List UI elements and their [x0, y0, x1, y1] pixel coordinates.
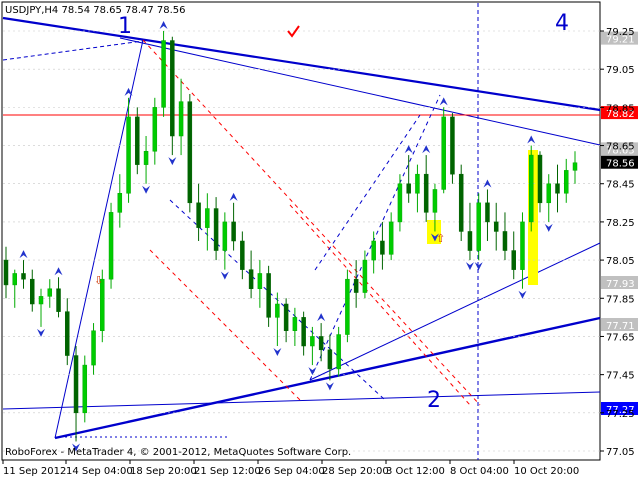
candle-body: [213, 208, 219, 251]
candle-body: [152, 107, 158, 152]
price-label-text: 77.71: [606, 321, 635, 332]
candle-body: [38, 296, 44, 305]
candle-body: [371, 240, 376, 261]
y-tick-label: 78.65: [606, 142, 635, 153]
candle-body: [327, 349, 333, 370]
candle-body: [336, 334, 341, 370]
candle-body: [240, 240, 245, 270]
candle-body: [65, 311, 70, 356]
candle-body: [30, 278, 35, 305]
candle-body: [266, 273, 271, 318]
candle-body: [450, 116, 455, 175]
x-tick-label: 14 Sep 04:00: [66, 466, 133, 477]
candle-body: [345, 278, 350, 335]
sell-arrow-icon: ⇩: [94, 274, 103, 287]
candle-body: [248, 269, 254, 289]
candle-body: [301, 317, 306, 347]
candle-body: [467, 231, 473, 251]
candle-body: [292, 317, 298, 331]
x-tick-label: 8 Oct 04:00: [450, 466, 509, 477]
x-tick-label: 18 Sep 20:00: [130, 466, 197, 477]
candle-body: [108, 212, 114, 280]
candle-body: [493, 221, 499, 232]
candle-body: [196, 202, 201, 228]
price-label-text: 78.56: [606, 159, 635, 170]
x-tick-label: 28 Sep 20:00: [322, 466, 389, 477]
candle-body: [73, 355, 79, 414]
candle-body: [126, 116, 131, 194]
candle-body: [275, 303, 280, 318]
candle-body: [441, 116, 446, 190]
candle-body: [318, 336, 324, 351]
footer-copyright: RoboForex - MetaTrader 4, © 2001-2012, M…: [5, 447, 351, 458]
candle-body: [21, 273, 26, 280]
candle-body: [257, 273, 263, 289]
candle-body: [423, 173, 429, 213]
candle-body: [406, 183, 411, 194]
candle-body: [12, 273, 18, 286]
candle-body: [572, 162, 578, 171]
y-tick-label: 79.05: [606, 65, 635, 76]
x-tick-label: 26 Sep 04:00: [258, 466, 325, 477]
wave-label-1: 1: [118, 14, 132, 39]
candle-body: [143, 151, 149, 165]
x-tick-label: 3 Oct 12:00: [386, 466, 445, 477]
candle-body: [187, 101, 193, 204]
candle-body: [415, 173, 420, 194]
wave-label-2: 2: [427, 388, 441, 413]
candle-body: [528, 154, 534, 223]
candle-body: [222, 221, 228, 251]
x-tick-label: 21 Sep 12:00: [194, 466, 261, 477]
candle-body: [511, 250, 516, 270]
candle-body: [161, 40, 166, 108]
candle-body: [432, 189, 438, 213]
candle-body: [231, 221, 236, 242]
candle-body: [170, 40, 175, 137]
y-tick-label: 78.05: [606, 256, 635, 267]
chart-title: USDJPY,H4 78.54 78.65 78.47 78.56: [5, 5, 186, 16]
candle-body: [397, 183, 403, 223]
buy-arrow-icon: ⇧: [436, 232, 445, 245]
candle-body: [380, 240, 385, 255]
y-tick-label: 77.65: [606, 332, 635, 343]
usdjpy-chart: 79.2178.8278.6378.5677.9377.7177.27 79.2…: [0, 0, 640, 480]
candle-body: [3, 259, 9, 286]
y-tick-label: 77.45: [606, 371, 635, 382]
candle-body: [283, 303, 289, 331]
y-tick-label: 77.25: [606, 409, 635, 420]
y-tick-label: 78.25: [606, 218, 635, 229]
candle-body: [485, 202, 490, 223]
y-tick-label: 77.85: [606, 294, 635, 305]
price-label-text: 77.93: [606, 279, 635, 290]
candle-body: [537, 154, 543, 204]
y-tick-label: 78.45: [606, 180, 635, 191]
candle-body: [520, 221, 525, 270]
candle-body: [205, 208, 210, 228]
candle-body: [47, 288, 53, 297]
candle-body: [353, 278, 359, 293]
candle-body: [563, 170, 569, 194]
wave-label-4: 4: [555, 11, 569, 36]
y-tick-label: 77.05: [606, 447, 635, 458]
candle-body: [388, 221, 394, 255]
y-tick-label: 79.25: [606, 27, 635, 38]
candle-body: [476, 202, 481, 251]
candle-body: [546, 183, 551, 204]
x-tick-label: 11 Sep 2012: [3, 466, 66, 477]
candle-body: [310, 336, 315, 347]
candle-body: [458, 173, 464, 232]
x-tick-label: 10 Oct 20:00: [514, 466, 579, 477]
y-tick-label: 78.85: [606, 103, 635, 114]
candle-body: [555, 183, 560, 194]
candle-body: [135, 116, 140, 165]
candle-body: [362, 259, 368, 293]
candle-body: [502, 231, 508, 251]
candle-body: [56, 288, 61, 312]
candle-body: [117, 193, 123, 213]
candle-body: [91, 330, 96, 366]
candle-body: [82, 364, 88, 414]
candle-body: [178, 101, 184, 137]
